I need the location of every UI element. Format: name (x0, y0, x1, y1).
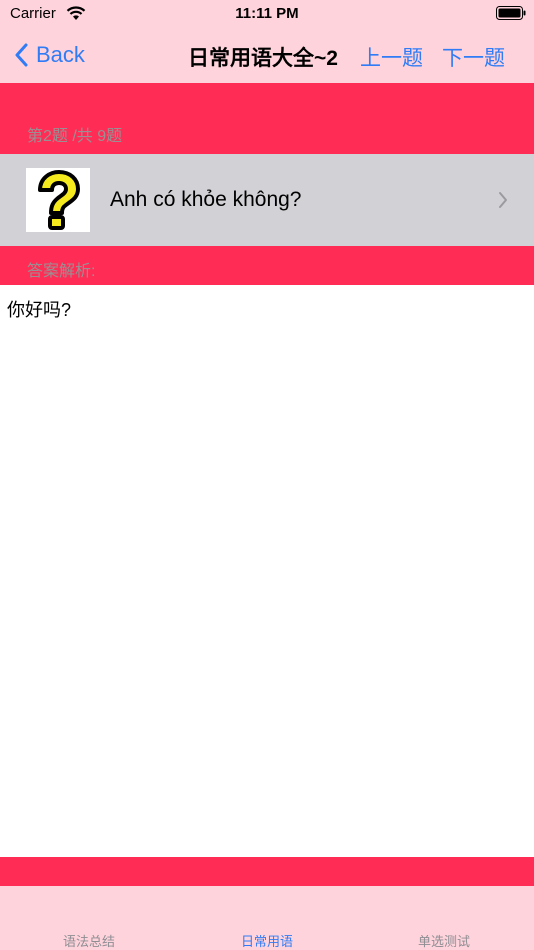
question-mark-icon (26, 168, 90, 232)
footer-band (0, 857, 534, 886)
answer-section-header: 答案解析: (0, 246, 534, 285)
back-button[interactable]: Back (14, 40, 85, 70)
next-question-button[interactable]: 下一题 (442, 42, 505, 72)
tab-single-choice-test[interactable]: 单选测试 (384, 931, 504, 950)
tab-daily-phrases[interactable]: 日常用语 (207, 931, 327, 950)
chevron-left-icon (15, 43, 28, 67)
answer-text: 你好吗? (7, 300, 72, 320)
answer-content: 你好吗? (0, 285, 534, 857)
chevron-right-icon (499, 192, 507, 208)
question-section-header: 第2题 /共 9题 (0, 83, 534, 154)
question-counter: 第2题 /共 9题 (27, 128, 123, 145)
question-text: Anh có khỏe không? (110, 188, 302, 211)
tab-grammar-summary[interactable]: 语法总结 (29, 931, 149, 950)
back-button-label: Back (36, 42, 85, 67)
tab-bar: 语法总结 日常用语 单选测试 (0, 886, 534, 950)
page-title: 日常用语大全~2 (188, 47, 338, 70)
previous-question-button[interactable]: 上一题 (360, 42, 423, 72)
status-bar: Carrier 11:11 PM (0, 0, 534, 30)
question-row[interactable]: Anh có khỏe không? (0, 154, 534, 246)
battery-icon (496, 6, 526, 20)
answer-section-label: 答案解析: (27, 263, 96, 280)
status-time: 11:11 PM (235, 5, 299, 22)
navigation-bar: Back 日常用语大全~2 上一题 下一题 (0, 30, 534, 83)
